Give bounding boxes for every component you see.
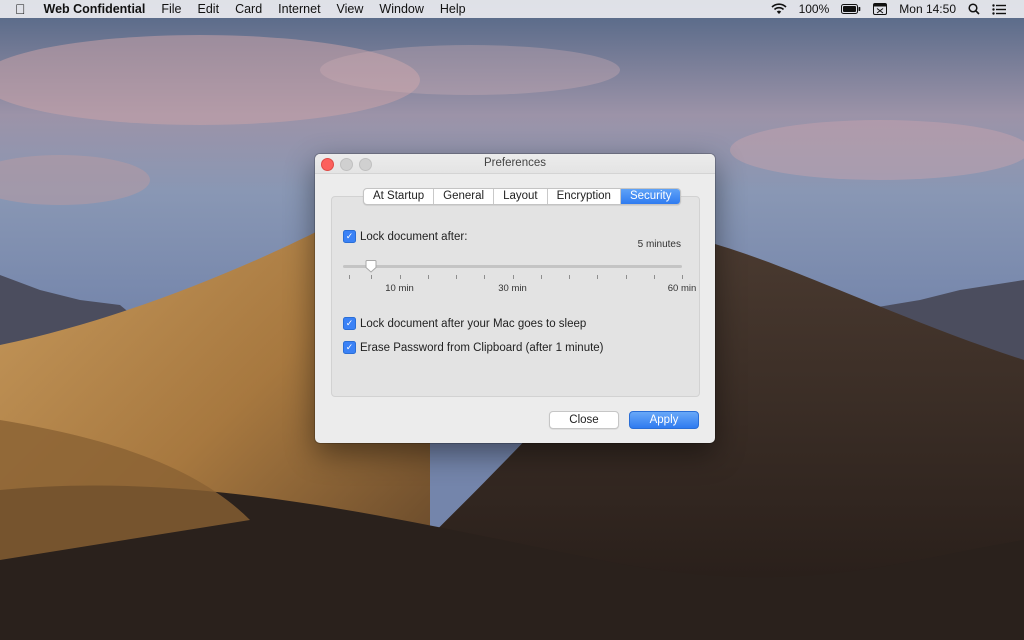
tab-security[interactable]: Security bbox=[620, 189, 681, 204]
minimize-window-icon bbox=[340, 158, 353, 171]
slider-tick bbox=[349, 275, 350, 279]
lock-time-slider[interactable] bbox=[343, 260, 682, 273]
menu-view[interactable]: View bbox=[329, 0, 372, 18]
lock-after-label: Lock document after: bbox=[360, 230, 468, 243]
erase-clipboard-row[interactable]: ✓ Erase Password from Clipboard (after 1… bbox=[343, 341, 604, 354]
lock-after-checkbox[interactable]: ✓ bbox=[343, 230, 356, 243]
slider-label-30: 30 min bbox=[498, 283, 527, 294]
spotlight-search-icon[interactable] bbox=[962, 3, 986, 15]
slider-thumb[interactable] bbox=[365, 260, 377, 273]
slider-tick bbox=[512, 275, 514, 279]
lock-on-sleep-row[interactable]: ✓ Lock document after your Mac goes to s… bbox=[343, 317, 586, 330]
slider-tick bbox=[653, 275, 655, 279]
calendar-icon[interactable] bbox=[867, 3, 893, 15]
apple-menu-icon[interactable]:  bbox=[0, 0, 36, 18]
slider-tick bbox=[569, 275, 570, 279]
slider-tick bbox=[597, 275, 599, 279]
menu-internet[interactable]: Internet bbox=[270, 0, 328, 18]
menu-window[interactable]: Window bbox=[371, 0, 431, 18]
menu-file[interactable]: File bbox=[153, 0, 189, 18]
slider-tick bbox=[456, 275, 457, 279]
close-button[interactable]: Close bbox=[549, 411, 619, 429]
slider-tick bbox=[427, 275, 429, 279]
lock-on-sleep-checkbox[interactable]: ✓ bbox=[343, 317, 356, 330]
menu-edit[interactable]: Edit bbox=[190, 0, 228, 18]
slider-label-60: 60 min bbox=[667, 283, 697, 294]
menu-help[interactable]: Help bbox=[432, 0, 474, 18]
window-title: Preferences bbox=[483, 157, 546, 169]
lock-after-value: 5 minutes bbox=[637, 239, 681, 250]
notification-center-icon[interactable] bbox=[986, 3, 1012, 15]
lock-after-row[interactable]: ✓ Lock document after: bbox=[343, 230, 467, 243]
slider-tick bbox=[625, 275, 627, 279]
zoom-window-icon bbox=[359, 158, 372, 171]
close-window-icon[interactable] bbox=[321, 158, 334, 171]
tab-encryption[interactable]: Encryption bbox=[548, 189, 621, 204]
preferences-tabs: At Startup General Layout Encryption Sec… bbox=[363, 188, 682, 205]
preferences-window: Preferences ✓ Lock document after: 5 min… bbox=[315, 154, 715, 443]
security-panel: ✓ Lock document after: 5 minutes 10 min … bbox=[331, 196, 700, 397]
menu-clock[interactable]: Mon 14:50 bbox=[893, 0, 962, 18]
menu-bar:  Web Confidential File Edit Card Intern… bbox=[0, 0, 1024, 18]
apply-button[interactable]: Apply bbox=[629, 411, 699, 429]
window-titlebar[interactable]: Preferences bbox=[315, 154, 715, 174]
slider-tick bbox=[371, 275, 373, 279]
erase-clipboard-checkbox[interactable]: ✓ bbox=[343, 341, 356, 354]
tab-layout[interactable]: Layout bbox=[494, 189, 548, 204]
tab-general[interactable]: General bbox=[434, 189, 495, 204]
slider-tick bbox=[484, 275, 486, 279]
slider-tick bbox=[540, 275, 542, 279]
tab-at-startup[interactable]: At Startup bbox=[364, 189, 435, 204]
slider-tick bbox=[399, 275, 401, 279]
battery-icon[interactable] bbox=[835, 4, 867, 14]
lock-on-sleep-label: Lock document after your Mac goes to sle… bbox=[360, 317, 587, 330]
slider-label-10: 10 min bbox=[385, 283, 414, 294]
wifi-icon[interactable] bbox=[765, 3, 793, 15]
battery-percent[interactable]: 100% bbox=[793, 0, 836, 18]
menu-app-name[interactable]: Web Confidential bbox=[36, 0, 154, 18]
slider-tick bbox=[682, 275, 683, 279]
menu-card[interactable]: Card bbox=[227, 0, 270, 18]
erase-clipboard-label: Erase Password from Clipboard (after 1 m… bbox=[360, 341, 604, 354]
